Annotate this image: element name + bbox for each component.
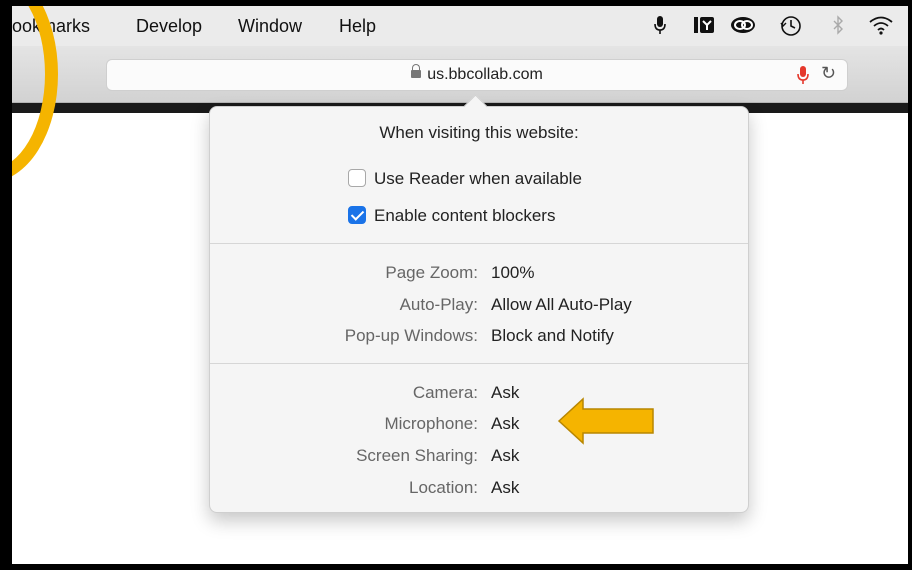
address-bar[interactable]: us.bbcollab.com ↻ <box>106 59 848 91</box>
annotation-ring <box>12 6 58 182</box>
wifi-icon[interactable] <box>868 15 894 40</box>
content-blockers-label: Enable content blockers <box>374 206 556 225</box>
checkbox-unchecked-icon[interactable] <box>348 169 366 187</box>
popup-windows-value[interactable]: Block and Notify <box>491 326 614 346</box>
network-icon[interactable] <box>693 15 715 40</box>
auto-play-value[interactable]: Allow All Auto-Play <box>491 295 632 315</box>
microphone-value[interactable]: Ask <box>491 414 519 434</box>
address-text[interactable]: us.bbcollab.com <box>107 64 847 84</box>
camera-value[interactable]: Ask <box>491 383 519 403</box>
microphone-label: Microphone: <box>384 414 478 433</box>
menu-bar: ookmarks Develop Window Help <box>12 6 908 46</box>
menu-window[interactable]: Window <box>238 16 302 37</box>
browser-toolbar: us.bbcollab.com ↻ <box>12 46 908 103</box>
reload-icon[interactable]: ↻ <box>821 63 836 84</box>
checkbox-checked-icon[interactable] <box>348 206 366 224</box>
microphone-icon[interactable] <box>797 65 809 90</box>
menu-help[interactable]: Help <box>339 16 376 37</box>
auto-play-label: Auto-Play: <box>399 295 478 314</box>
use-reader-label: Use Reader when available <box>374 169 582 188</box>
location-label: Location: <box>409 478 478 497</box>
microphone-icon[interactable] <box>654 15 666 40</box>
time-machine-icon[interactable] <box>780 15 802 42</box>
content-blockers-checkbox[interactable]: Enable content blockers <box>348 206 555 226</box>
screen-sharing-label: Screen Sharing: <box>356 446 478 465</box>
bluetooth-icon[interactable] <box>832 15 844 40</box>
url: us.bbcollab.com <box>427 66 543 83</box>
divider <box>210 243 748 244</box>
divider <box>210 363 748 364</box>
page-zoom-label: Page Zoom: <box>385 263 478 282</box>
popover-title: When visiting this website: <box>379 123 579 142</box>
camera-label: Camera: <box>412 383 478 402</box>
browser-window: ookmarks Develop Window Help us.bbcollab… <box>12 6 908 564</box>
website-settings-popover: When visiting this website: Use Reader w… <box>209 94 749 513</box>
menu-develop[interactable]: Develop <box>136 16 202 37</box>
popup-windows-label: Pop-up Windows: <box>344 326 478 345</box>
creative-cloud-icon[interactable] <box>730 15 756 40</box>
page-zoom-value[interactable]: 100% <box>491 263 534 283</box>
annotation-arrow-icon <box>557 397 654 445</box>
location-value[interactable]: Ask <box>491 478 519 498</box>
lock-icon <box>411 64 422 78</box>
use-reader-checkbox[interactable]: Use Reader when available <box>348 169 582 189</box>
screen-sharing-value[interactable]: Ask <box>491 446 519 466</box>
